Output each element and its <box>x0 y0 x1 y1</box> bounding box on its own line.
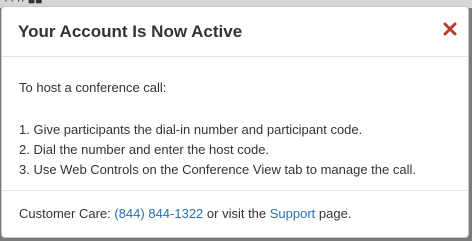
account-active-modal: Your Account Is Now Active To host a con… <box>1 6 469 238</box>
modal-title: Your Account Is Now Active <box>18 22 243 41</box>
phone-link[interactable]: (844) 844-1322 <box>114 206 203 221</box>
step-item: 3. Use Web Controls on the Conference Vi… <box>19 162 416 177</box>
steps-list: 1. Give participants the dial-in number … <box>19 120 416 180</box>
support-link[interactable]: Support <box>270 206 316 221</box>
footer-middle-text: or visit the <box>203 206 270 221</box>
step-item: 1. Give participants the dial-in number … <box>19 122 363 137</box>
modal-header: Your Account Is Now Active <box>2 7 468 57</box>
modal-footer: Customer Care: (844) 844-1322 or visit t… <box>2 191 468 237</box>
step-item: 2. Dial the number and enter the host co… <box>19 142 270 157</box>
customer-care-line: Customer Care: (844) 844-1322 or visit t… <box>19 206 351 221</box>
close-icon <box>443 22 457 36</box>
modal-body: To host a conference call: 1. Give parti… <box>2 57 468 191</box>
customer-care-label: Customer Care: <box>19 206 115 221</box>
footer-suffix-text: page. <box>315 206 352 221</box>
intro-text: To host a conference call: <box>19 80 167 95</box>
close-button[interactable] <box>440 19 460 39</box>
